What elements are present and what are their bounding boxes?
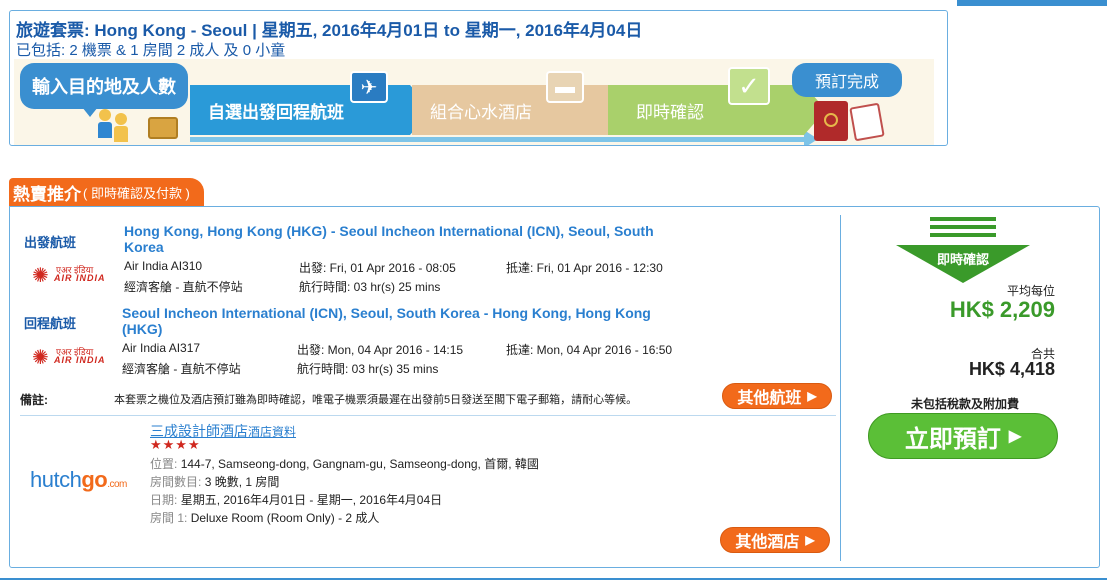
- chevron-right-icon: ▶: [805, 533, 815, 547]
- hotel-dates: 日期: 星期五, 2016年4月01日 - 星期一, 2016年4月04日: [150, 493, 443, 507]
- chevron-right-icon: ▶: [1008, 428, 1022, 445]
- air-india-logo: ✺ एअर इंडिया AIR INDIA: [32, 347, 106, 369]
- return-cabin: 經濟客艙 - 直航不停站: [122, 362, 241, 376]
- other-flights-button[interactable]: 其他航班 ▶: [722, 383, 832, 409]
- plane-icon: ✈: [350, 71, 388, 103]
- return-airline: Air India AI317: [122, 341, 201, 355]
- outbound-depart: 出發: Fri, 01 Apr 2016 - 08:05: [299, 261, 456, 275]
- top-edge-strip: [957, 0, 1107, 6]
- tab-hot-deals[interactable]: 熱賣推介 ( 即時確認及付款 ): [9, 178, 204, 206]
- package-title: 旅遊套票: Hong Kong - Seoul | 星期五, 2016年4月01…: [16, 21, 643, 40]
- hutchgo-logo: hutchgo.com: [30, 467, 127, 492]
- air-india-logo: ✺ एअर इंडिया AIR INDIA: [32, 265, 106, 287]
- other-hotels-button[interactable]: 其他酒店 ▶: [720, 527, 830, 553]
- hotel-location: 位置: 144-7, Samseong-dong, Gangnam-gu, Sa…: [150, 457, 539, 471]
- hotel-room-detail: 房間 1: Deluxe Room (Room Only) - 2 成人: [150, 511, 380, 525]
- passport-icon: [814, 101, 848, 141]
- step-instant-confirm: 即時確認: [608, 85, 826, 135]
- section-divider: [20, 415, 836, 416]
- book-now-button[interactable]: 立即預訂 ▶: [868, 413, 1058, 459]
- package-included: 已包括: 2 機票 & 1 房間 2 成人 及 0 小童: [16, 42, 286, 59]
- tax-exclusion-note: 未包括稅款及附加費: [910, 397, 1019, 411]
- hotel-rooms: 房間數目: 3 晚數, 1 房間: [150, 475, 280, 489]
- total-price: HK$ 4,418: [968, 359, 1055, 379]
- ticket-icon: [849, 102, 885, 142]
- outbound-duration: 航行時間: 03 hr(s) 25 mins: [299, 280, 441, 294]
- outbound-airline: Air India AI310: [124, 259, 203, 273]
- step-enter-destination: 輸入目的地及人數: [20, 63, 188, 109]
- check-icon: ✓: [728, 67, 770, 105]
- bed-icon: ▬: [546, 71, 584, 103]
- chevron-right-icon: ▶: [807, 389, 817, 403]
- outbound-cabin: 經濟客艙 - 直航不停站: [124, 280, 243, 294]
- hotel-star-rating: ★★★★: [150, 437, 201, 452]
- package-summary: 旅遊套票: Hong Kong - Seoul | 星期五, 2016年4月01…: [9, 10, 948, 146]
- column-divider: [840, 215, 841, 561]
- return-depart: 出發: Mon, 04 Apr 2016 - 14:15: [297, 343, 464, 357]
- step-booking-complete: 預訂完成: [792, 63, 902, 97]
- avg-price: HK$ 2,209: [949, 297, 1055, 322]
- instant-confirm-badge: 即時確認: [896, 215, 1030, 285]
- return-arrive: 抵達: Mon, 04 Apr 2016 - 16:50: [506, 343, 673, 357]
- outbound-arrive: 抵達: Fri, 01 Apr 2016 - 12:30: [506, 261, 663, 275]
- remarks-text: 本套票之機位及酒店預訂雖為即時確認，唯電子機票須最遲在出發前5日發送至閣下電子郵…: [114, 394, 638, 406]
- suitcase-icon: [148, 117, 178, 139]
- remarks-label: 備註:: [20, 393, 48, 407]
- booking-steps-banner: 輸入目的地及人數 自選出發回程航班 ✈ 組合心水酒店 ▬ 即時確認 ✓ 預訂完成: [14, 59, 934, 145]
- outbound-route: Hong Kong, Hong Kong (HKG) - Seoul Inche…: [124, 223, 654, 255]
- hotel-info-link[interactable]: 酒店資料: [248, 425, 296, 439]
- package-result: 出發航班 Hong Kong, Hong Kong (HKG) - Seoul …: [9, 206, 1100, 568]
- outbound-label: 出發航班: [24, 235, 77, 250]
- return-label: 回程航班: [24, 316, 77, 331]
- progress-track: [190, 137, 810, 142]
- return-duration: 航行時間: 03 hr(s) 35 mins: [297, 362, 439, 376]
- return-route: Seoul Incheon International (ICN), Seoul…: [122, 305, 651, 337]
